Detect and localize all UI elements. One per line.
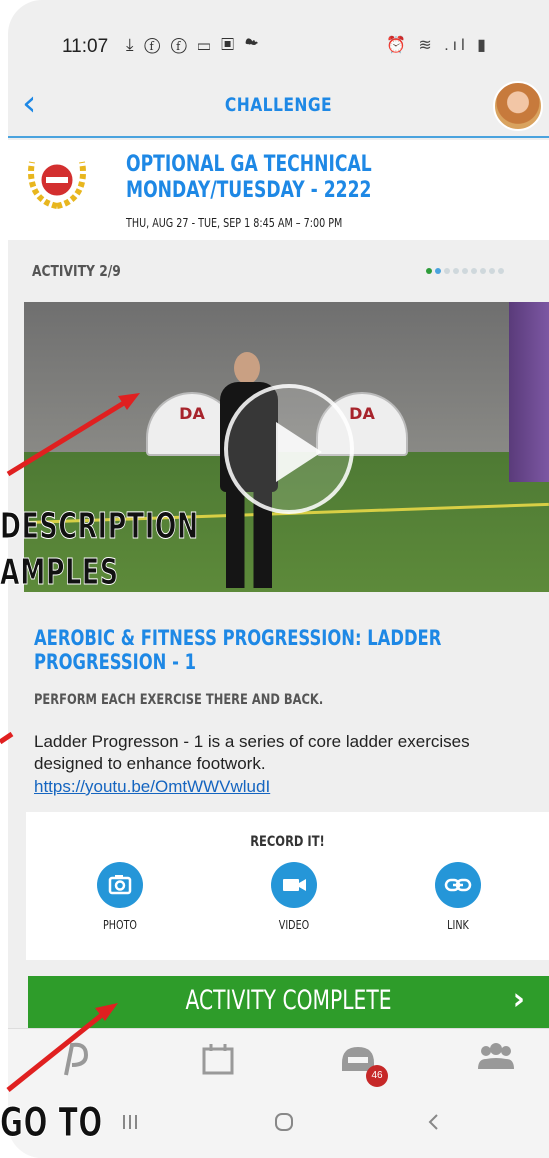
- record-link-label: LINK: [447, 918, 469, 932]
- annotation-description-text: DESCRIPTION: [0, 506, 199, 548]
- play-button[interactable]: [224, 384, 354, 514]
- pager-dot[interactable]: [453, 268, 459, 274]
- home-button[interactable]: [272, 1110, 296, 1140]
- status-time: 11:07: [62, 36, 109, 57]
- status-bar: 11:07 ⤓ ⓕ ⓕ ▭ ▣ ☁ ⏰ ≋ .ıl ▮: [8, 0, 549, 80]
- activity-title: AEROBIC & FITNESS PROGRESSION: LADDER PR…: [34, 626, 442, 674]
- challenge-title: OPTIONAL GA TECHNICAL MONDAY/TUESDAY - 2…: [126, 152, 372, 203]
- pager-dot[interactable]: [471, 268, 477, 274]
- tab-home[interactable]: [56, 1037, 116, 1087]
- recent-apps-button[interactable]: [118, 1110, 142, 1140]
- activity-counter: ACTIVITY 2/9: [32, 262, 121, 280]
- pager-dot[interactable]: [426, 268, 432, 274]
- record-video-button[interactable]: VIDEO: [254, 862, 334, 942]
- back-chevron-icon: [428, 1114, 438, 1130]
- camera-icon: [97, 862, 143, 908]
- tab-calendar[interactable]: [198, 1037, 258, 1087]
- pager-dot[interactable]: [480, 268, 486, 274]
- pager-dot[interactable]: [444, 268, 450, 274]
- app-header: ‹ CHALLENGE: [8, 80, 549, 138]
- record-it-card: RECORD IT! PHOTO VIDEO LINK: [26, 812, 549, 960]
- record-link-button[interactable]: LINK: [418, 862, 498, 942]
- pager-dot[interactable]: [498, 268, 504, 274]
- annotation-examples-text: AMPLES: [0, 552, 119, 594]
- app-logo-icon: [64, 1042, 89, 1076]
- pager-dot[interactable]: [435, 268, 441, 274]
- chevron-left-icon: ‹: [22, 83, 37, 124]
- activity-description: Ladder Progresson - 1 is a series of cor…: [34, 732, 470, 773]
- laurel-badge-icon: [28, 161, 86, 209]
- chevron-right-icon: ›: [512, 982, 525, 1017]
- pager-dot[interactable]: [489, 268, 495, 274]
- system-status-icons: ⏰ ≋ .ıl ▮: [386, 37, 490, 54]
- challenge-dates: THU, AUG 27 - TUE, SEP 1 8:45 AM – 7:00 …: [126, 216, 343, 230]
- activity-pager: [426, 268, 504, 276]
- recent-apps-icon: [123, 1115, 137, 1129]
- record-photo-button[interactable]: PHOTO: [80, 862, 160, 942]
- activity-complete-button[interactable]: ACTIVITY COMPLETE ›: [28, 976, 549, 1028]
- video-curtain: [509, 302, 549, 482]
- avatar[interactable]: [493, 81, 543, 131]
- notification-badge: 46: [366, 1065, 388, 1087]
- record-photo-label: PHOTO: [103, 918, 137, 932]
- activity-complete-label: ACTIVITY COMPLETE: [185, 985, 392, 1016]
- record-video-label: VIDEO: [278, 918, 310, 932]
- challenge-info: OPTIONAL GA TECHNICAL MONDAY/TUESDAY - 2…: [8, 140, 549, 240]
- play-icon: [276, 422, 322, 482]
- back-nav-button[interactable]: [422, 1110, 446, 1140]
- activity-video[interactable]: DA DA: [24, 302, 549, 592]
- home-icon: [275, 1113, 293, 1131]
- record-title: RECORD IT!: [250, 834, 325, 850]
- bottom-tab-bar: 46: [8, 1028, 549, 1094]
- tab-team[interactable]: [474, 1037, 534, 1087]
- page-title: CHALLENGE: [224, 94, 333, 116]
- calendar-icon: [202, 1044, 234, 1075]
- activity-subtitle: PERFORM EACH EXERCISE THERE AND BACK.: [34, 692, 324, 708]
- tab-inbox[interactable]: 46: [338, 1037, 398, 1087]
- activity-video-link[interactable]: https://youtu.be/OmtWWVwludI: [34, 777, 270, 797]
- team-icon: [478, 1043, 514, 1069]
- pager-dot[interactable]: [462, 268, 468, 274]
- link-icon: [435, 862, 481, 908]
- video-camera-icon: [271, 862, 317, 908]
- annotation-go-to-text: GO TO: [0, 1100, 103, 1147]
- notification-icons: ⤓ ⓕ ⓕ ▭ ▣ ☁: [126, 35, 262, 54]
